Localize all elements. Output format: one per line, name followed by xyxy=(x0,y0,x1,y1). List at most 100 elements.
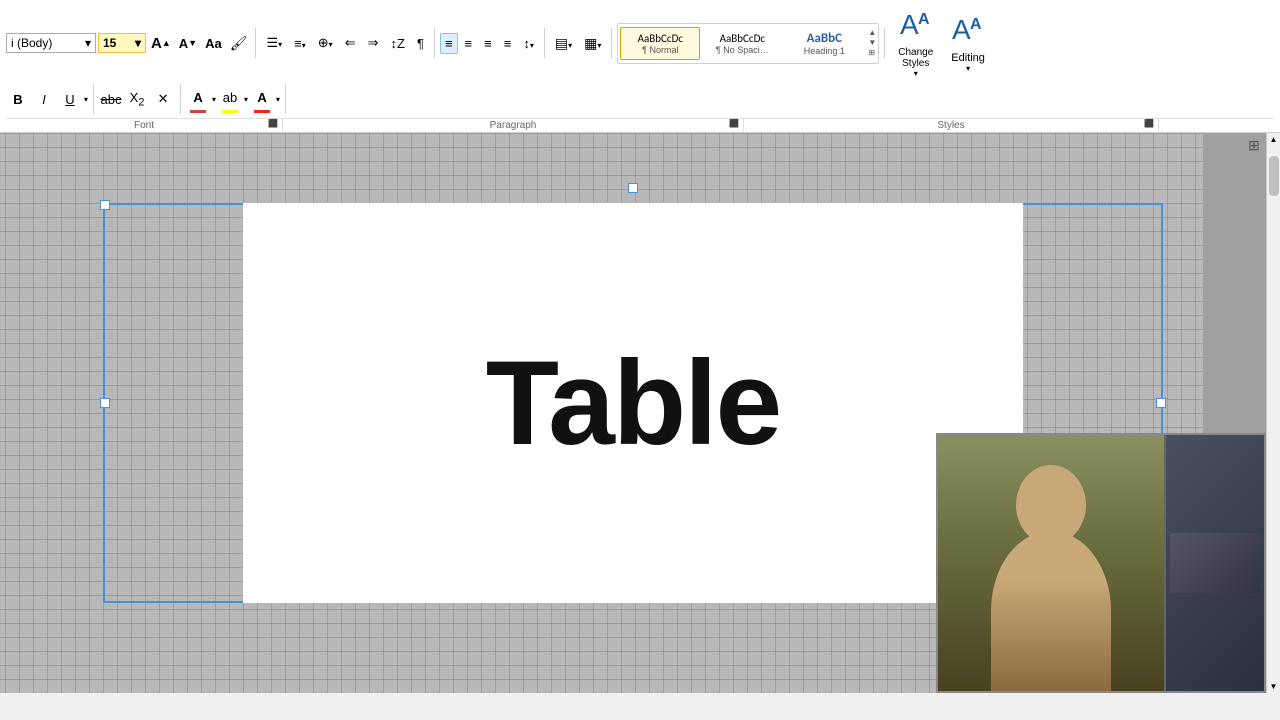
shrink-font-button[interactable]: A▼ xyxy=(176,34,200,53)
show-paragraph-button[interactable]: ¶ xyxy=(412,33,429,54)
styles-gallery: AaBbCcDc ¶ Normal AaBbCcDc ¶ No Spaci… A… xyxy=(617,23,879,64)
char-color-bar xyxy=(254,110,270,113)
decrease-indent-button[interactable]: ⇐ xyxy=(340,32,361,54)
editing-arrow: ▾ xyxy=(966,64,970,73)
separator-1 xyxy=(255,28,256,58)
paragraph-section-expand[interactable]: ⬛ xyxy=(729,119,739,128)
editing-button[interactable]: AA Editing ▾ xyxy=(943,9,993,77)
panel-icon[interactable]: ⊞ xyxy=(1248,137,1260,154)
font-color-wrap: A xyxy=(186,85,210,113)
font-section: Font ⬛ xyxy=(6,119,283,132)
style-nospace-preview: AaBbCcDc xyxy=(711,32,773,45)
svg-text:A: A xyxy=(900,9,919,40)
italic-button[interactable]: I xyxy=(32,87,56,111)
char-color-button[interactable]: A xyxy=(250,85,274,109)
separator-3 xyxy=(544,28,545,58)
video-person xyxy=(938,435,1164,691)
svg-text:A: A xyxy=(918,11,930,28)
char-color-wrap: A xyxy=(250,85,274,113)
highlight-bar xyxy=(222,110,238,113)
thumbnail-image xyxy=(1170,533,1260,593)
document-paper[interactable]: Table xyxy=(243,203,1023,603)
change-styles-label: ChangeStyles xyxy=(898,47,933,69)
highlight-button[interactable]: ab xyxy=(218,85,242,109)
multilevel-button[interactable]: ⊕▾ xyxy=(313,32,338,54)
main-area: ⊞ Table xyxy=(0,133,1280,693)
font-size-selector[interactable]: 15 ▾ xyxy=(98,33,146,53)
font-color-arrow[interactable]: ▾ xyxy=(212,95,216,104)
font-size-arrow: ▾ xyxy=(135,36,141,50)
style-heading1-item[interactable]: AaBbC Heading 1 xyxy=(784,26,864,61)
change-styles-arrow: ▾ xyxy=(914,69,918,78)
selection-top-area xyxy=(163,153,1103,203)
font-color-bar xyxy=(190,110,206,113)
justify-button[interactable]: ≡ xyxy=(499,33,517,54)
borders-button[interactable]: ▦▾ xyxy=(579,32,606,55)
align-center-button[interactable]: ≡ xyxy=(460,33,478,54)
gallery-scroll-up[interactable]: ▲ xyxy=(868,29,876,37)
spacer-section xyxy=(1159,119,1274,132)
strikethrough-button[interactable]: abc xyxy=(99,87,123,111)
align-left-button[interactable]: ≡ xyxy=(440,33,458,54)
font-color-button[interactable]: A xyxy=(186,85,210,109)
style-heading1-label: Heading 1 xyxy=(793,46,855,56)
clear-format-button[interactable]: ✕ xyxy=(151,87,175,111)
gallery-scroll-down[interactable]: ▼ xyxy=(868,39,876,47)
numbering-button[interactable]: ≡▾ xyxy=(289,33,311,54)
shading-button[interactable]: ▤▾ xyxy=(550,32,577,55)
paragraph-section-label: Paragraph xyxy=(490,120,537,131)
font-size-value: 15 xyxy=(103,36,116,50)
change-styles-icon: AA xyxy=(900,8,932,47)
ribbon-sections: Font ⬛ Paragraph ⬛ Styles ⬛ xyxy=(6,118,1274,132)
char-color-arrow[interactable]: ▾ xyxy=(276,95,280,104)
align-right-button[interactable]: ≡ xyxy=(479,33,497,54)
styles-section-expand[interactable]: ⬛ xyxy=(1144,119,1154,128)
gallery-more[interactable]: ⊞ xyxy=(868,49,876,57)
style-nospace-item[interactable]: AaBbCcDc ¶ No Spaci… xyxy=(702,27,782,60)
document-canvas: ⊞ Table xyxy=(0,133,1266,693)
scroll-thumb[interactable] xyxy=(1269,156,1279,196)
separator-8 xyxy=(285,84,286,114)
vertical-scrollbar: ▲ ▼ xyxy=(1266,133,1280,693)
bold-button[interactable]: B xyxy=(6,87,30,111)
font-name-arrow: ▾ xyxy=(85,36,91,50)
subscript-button[interactable]: X2 xyxy=(125,87,149,111)
highlight-wrap: ab xyxy=(218,85,242,113)
grow-font-button[interactable]: A▲ xyxy=(148,33,174,54)
sort-button[interactable]: ↕Z xyxy=(386,33,410,54)
style-normal-label: ¶ Normal xyxy=(629,45,691,55)
separator-2 xyxy=(434,28,435,58)
underline-arrow[interactable]: ▾ xyxy=(84,95,88,104)
font-section-label: Font xyxy=(134,120,154,131)
styles-section: Styles ⬛ xyxy=(744,119,1159,132)
highlight-arrow[interactable]: ▾ xyxy=(244,95,248,104)
video-person-head xyxy=(1016,465,1086,545)
change-styles-button[interactable]: AA ChangeStyles ▾ xyxy=(890,4,941,82)
font-chooser-button[interactable]: Aa xyxy=(202,34,225,53)
style-nospace-label: ¶ No Spaci… xyxy=(711,45,773,55)
document-text: Table xyxy=(486,334,781,472)
increase-indent-button[interactable]: ⇒ xyxy=(363,32,384,54)
gallery-scroll: ▲ ▼ ⊞ xyxy=(868,29,876,57)
bullets-button[interactable]: ☰▾ xyxy=(261,32,287,54)
separator-6 xyxy=(93,84,94,114)
ribbon: i (Body) ▾ 15 ▾ A▲ A▼ Aa 🖌 ☰▾ ≡▾ xyxy=(0,0,1280,133)
font-section-expand[interactable]: ⬛ xyxy=(268,119,278,128)
top-center-handle[interactable] xyxy=(628,183,638,193)
style-normal-preview: AaBbCcDc xyxy=(629,32,691,45)
separator-4 xyxy=(611,28,612,58)
right-icon-panel: ⊞ xyxy=(1242,133,1266,154)
font-name-selector[interactable]: i (Body) ▾ xyxy=(6,33,96,53)
format-painter-button[interactable]: 🖌 xyxy=(227,33,251,54)
style-normal-item[interactable]: AaBbCcDc ¶ Normal xyxy=(620,27,700,60)
line-spacing-button[interactable]: ↕▾ xyxy=(518,33,539,54)
separator-5 xyxy=(884,28,885,58)
styles-section-label: Styles xyxy=(937,120,964,131)
font-name-value: i (Body) xyxy=(11,36,52,50)
scroll-down-button[interactable]: ▼ xyxy=(1268,680,1280,693)
scroll-up-button[interactable]: ▲ xyxy=(1268,133,1280,146)
underline-button[interactable]: U xyxy=(58,87,82,111)
svg-text:A: A xyxy=(952,14,971,45)
video-main xyxy=(938,435,1164,691)
editing-label: Editing xyxy=(951,52,985,64)
